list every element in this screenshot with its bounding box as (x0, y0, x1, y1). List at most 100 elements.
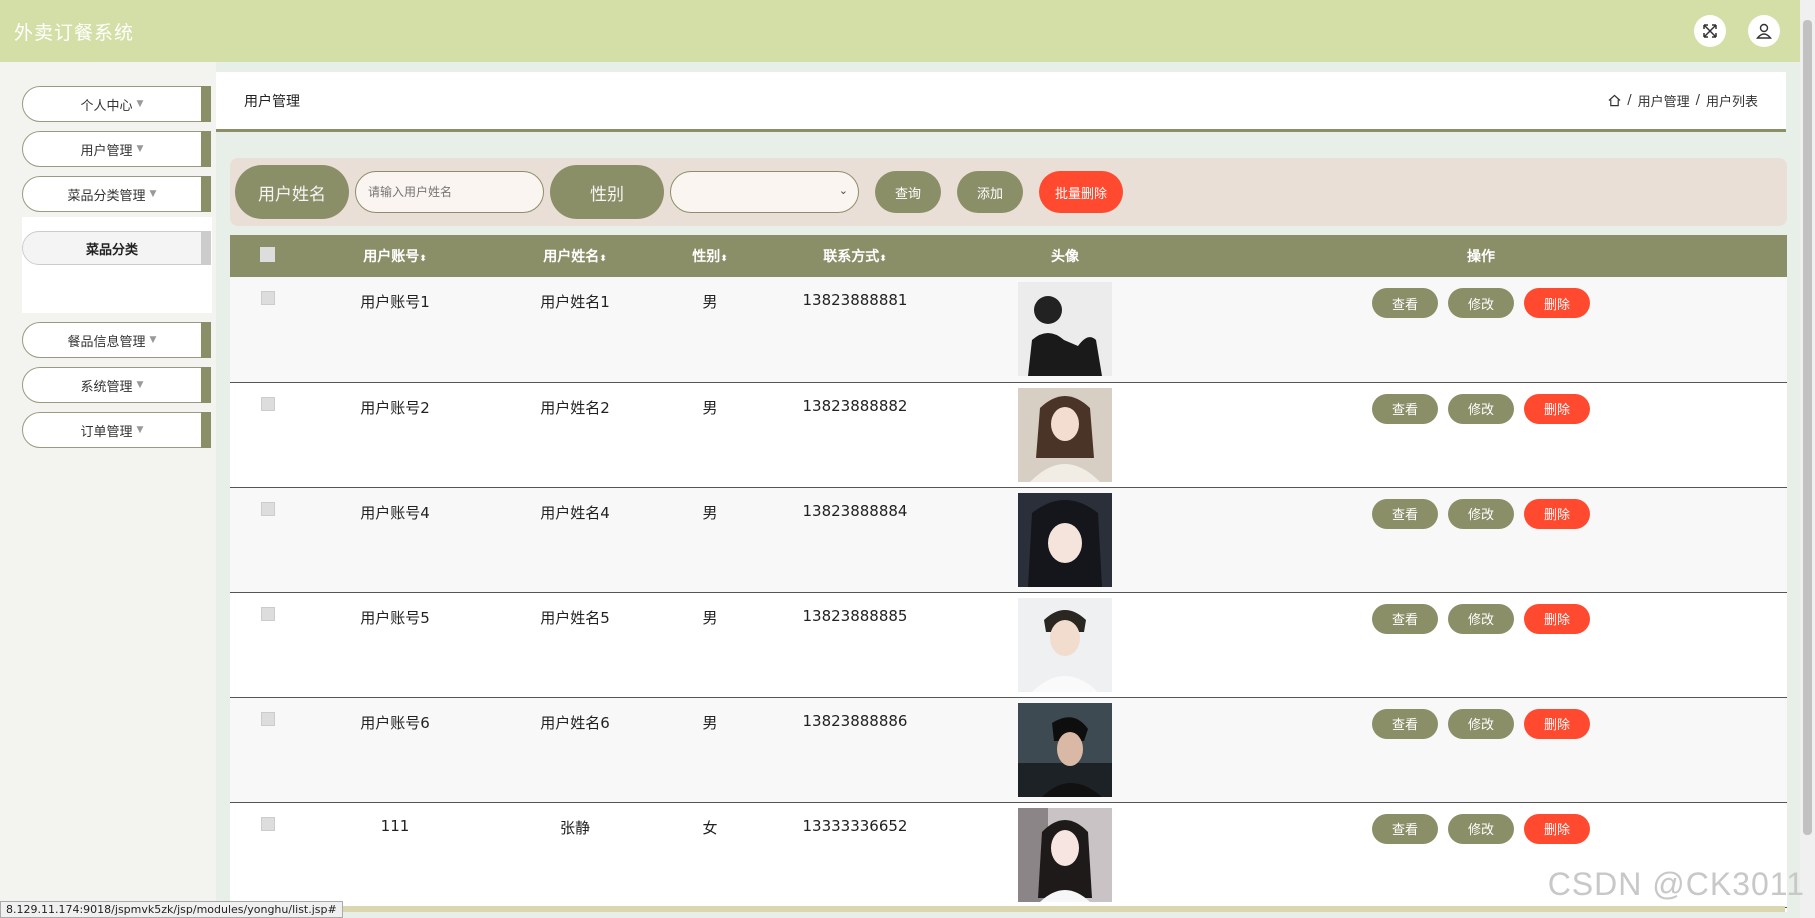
caret-down-icon: ▼ (136, 144, 144, 154)
cell-phone: 13333336652 (802, 816, 908, 835)
search-bar: 用户姓名 性别 ⌄ 查询 添加 批量删除 (230, 158, 1787, 226)
view-button[interactable]: 查看 (1372, 288, 1438, 318)
avatar (1018, 597, 1112, 692)
page-scrollbar[interactable] (1800, 0, 1815, 918)
column-header-name[interactable]: 用户姓名⬍ (485, 235, 665, 277)
submenu-item-dish-category[interactable]: 菜品分类 (22, 231, 211, 265)
sidebar-item-personal-center[interactable]: 个人中心 ▼ (22, 86, 211, 122)
cell-gender: 女 (702, 818, 718, 837)
sort-icon[interactable]: ⬍ (599, 254, 607, 264)
cell-name: 用户姓名6 (540, 713, 610, 732)
page-header: 用户管理 / 用户管理 / 用户列表 (216, 72, 1786, 132)
cell-account: 用户账号5 (360, 608, 430, 627)
view-button[interactable]: 查看 (1372, 603, 1438, 634)
fullscreen-button[interactable] (1694, 15, 1726, 47)
gender-select[interactable]: ⌄ (670, 171, 859, 213)
row-checkbox[interactable] (260, 291, 275, 305)
row-actions: 查看 修改 删除 (1175, 288, 1787, 318)
submenu-item-label: 菜品分类 (85, 242, 138, 258)
cell-gender: 男 (702, 713, 718, 732)
breadcrumb-user-list: 用户列表 (1705, 95, 1758, 110)
top-bar: 外卖订餐系统 (0, 0, 1800, 62)
query-button[interactable]: 查询 (875, 171, 941, 213)
user-button[interactable] (1748, 15, 1780, 47)
edit-button[interactable]: 修改 (1448, 288, 1514, 318)
cell-phone: 13823888881 (802, 291, 908, 309)
delete-button[interactable]: 删除 (1524, 288, 1590, 318)
edit-button[interactable]: 修改 (1448, 708, 1514, 739)
view-button[interactable]: 查看 (1372, 708, 1438, 739)
breadcrumb-separator: / (1627, 93, 1632, 108)
user-table: 用户账号⬍ 用户姓名⬍ 性别⬍ 联系方式⬍ 头像 操作 用户账号1 用户姓名1 … (230, 235, 1787, 912)
select-all-checkbox[interactable] (260, 246, 275, 262)
edit-button[interactable]: 修改 (1448, 603, 1514, 634)
caret-down-icon: ▼ (136, 380, 144, 390)
column-header-actions: 操作 (1467, 249, 1495, 265)
table-row: 用户账号2 用户姓名2 男 13823888882 查看 修改 删除 (230, 382, 1787, 487)
sidebar-item-dish-category-management[interactable]: 菜品分类管理 ▼ (22, 176, 211, 212)
name-search-input[interactable] (355, 171, 544, 213)
sort-icon[interactable]: ⬍ (419, 254, 427, 264)
row-checkbox[interactable] (260, 816, 275, 831)
sidebar-item-label: 用户管理 (80, 143, 133, 159)
status-bar-url: 8.129.11.174:9018/jspmvk5zk/jsp/modules/… (0, 901, 343, 918)
cell-name: 用户姓名5 (540, 608, 610, 627)
row-checkbox[interactable] (260, 711, 275, 726)
cell-gender: 男 (702, 398, 718, 417)
table-header-row: 用户账号⬍ 用户姓名⬍ 性别⬍ 联系方式⬍ 头像 操作 (230, 235, 1787, 277)
view-button[interactable]: 查看 (1372, 813, 1438, 844)
delete-button[interactable]: 删除 (1524, 498, 1590, 529)
table-row: 用户账号6 用户姓名6 男 13823888886 查看 修改 删除 (230, 697, 1787, 802)
row-actions: 查看 修改 删除 (1175, 813, 1787, 844)
sidebar-item-label: 餐品信息管理 (67, 334, 146, 350)
scroll-thumb[interactable] (1803, 20, 1812, 835)
sort-icon[interactable]: ⬍ (879, 254, 887, 264)
row-checkbox[interactable] (260, 606, 275, 621)
caret-down-icon: ▼ (149, 189, 157, 199)
view-button[interactable]: 查看 (1372, 498, 1438, 529)
cell-gender: 男 (702, 503, 718, 522)
caret-down-icon: ▼ (136, 425, 144, 435)
submenu: 菜品分类 (22, 217, 212, 313)
sidebar-item-meal-info-management[interactable]: 餐品信息管理 ▼ (22, 322, 211, 358)
row-checkbox[interactable] (260, 501, 275, 516)
select-all-cell (230, 235, 305, 277)
cell-account: 用户账号2 (360, 398, 430, 417)
sidebar-item-label: 个人中心 (80, 98, 133, 114)
avatar (1018, 387, 1112, 482)
column-header-phone[interactable]: 联系方式⬍ (755, 235, 955, 277)
sidebar-item-system-management[interactable]: 系统管理 ▼ (22, 367, 211, 403)
row-actions: 查看 修改 删除 (1175, 708, 1787, 739)
row-checkbox[interactable] (260, 396, 275, 411)
delete-button[interactable]: 删除 (1524, 813, 1590, 844)
avatar (1018, 492, 1112, 587)
delete-button[interactable]: 删除 (1524, 393, 1590, 424)
breadcrumb-user-management[interactable]: 用户管理 (1638, 91, 1690, 110)
home-icon[interactable] (1608, 94, 1621, 107)
add-button[interactable]: 添加 (957, 171, 1023, 213)
cell-account: 用户账号4 (360, 503, 430, 522)
table-row: 用户账号4 用户姓名4 男 13823888884 查看 修改 删除 (230, 487, 1787, 592)
edit-button[interactable]: 修改 (1448, 393, 1514, 424)
sidebar-item-label: 菜品分类管理 (67, 188, 146, 204)
cell-name: 用户姓名2 (540, 398, 610, 417)
sidebar: 个人中心 ▼ 用户管理 ▼ 菜品分类管理 ▼ 菜品分类 餐品信息管理 ▼ 系统管… (0, 62, 216, 912)
column-header-gender[interactable]: 性别⬍ (665, 235, 755, 277)
table-row: 用户账号5 用户姓名5 男 13823888885 查看 修改 删除 (230, 592, 1787, 697)
delete-button[interactable]: 删除 (1524, 603, 1590, 634)
cell-account: 用户账号6 (360, 713, 430, 732)
column-header-account[interactable]: 用户账号⬍ (305, 235, 485, 277)
cell-name: 用户姓名4 (540, 503, 610, 522)
edit-button[interactable]: 修改 (1448, 498, 1514, 529)
sort-icon[interactable]: ⬍ (720, 254, 728, 264)
breadcrumb-separator: / (1695, 93, 1700, 108)
avatar (1018, 282, 1112, 376)
row-actions: 查看 修改 删除 (1175, 393, 1787, 424)
caret-down-icon: ▼ (149, 335, 157, 345)
batch-delete-button[interactable]: 批量删除 (1039, 171, 1123, 213)
delete-button[interactable]: 删除 (1524, 708, 1590, 739)
sidebar-item-user-management[interactable]: 用户管理 ▼ (22, 131, 211, 167)
view-button[interactable]: 查看 (1372, 393, 1438, 424)
sidebar-item-order-management[interactable]: 订单管理 ▼ (22, 412, 211, 448)
edit-button[interactable]: 修改 (1448, 813, 1514, 844)
